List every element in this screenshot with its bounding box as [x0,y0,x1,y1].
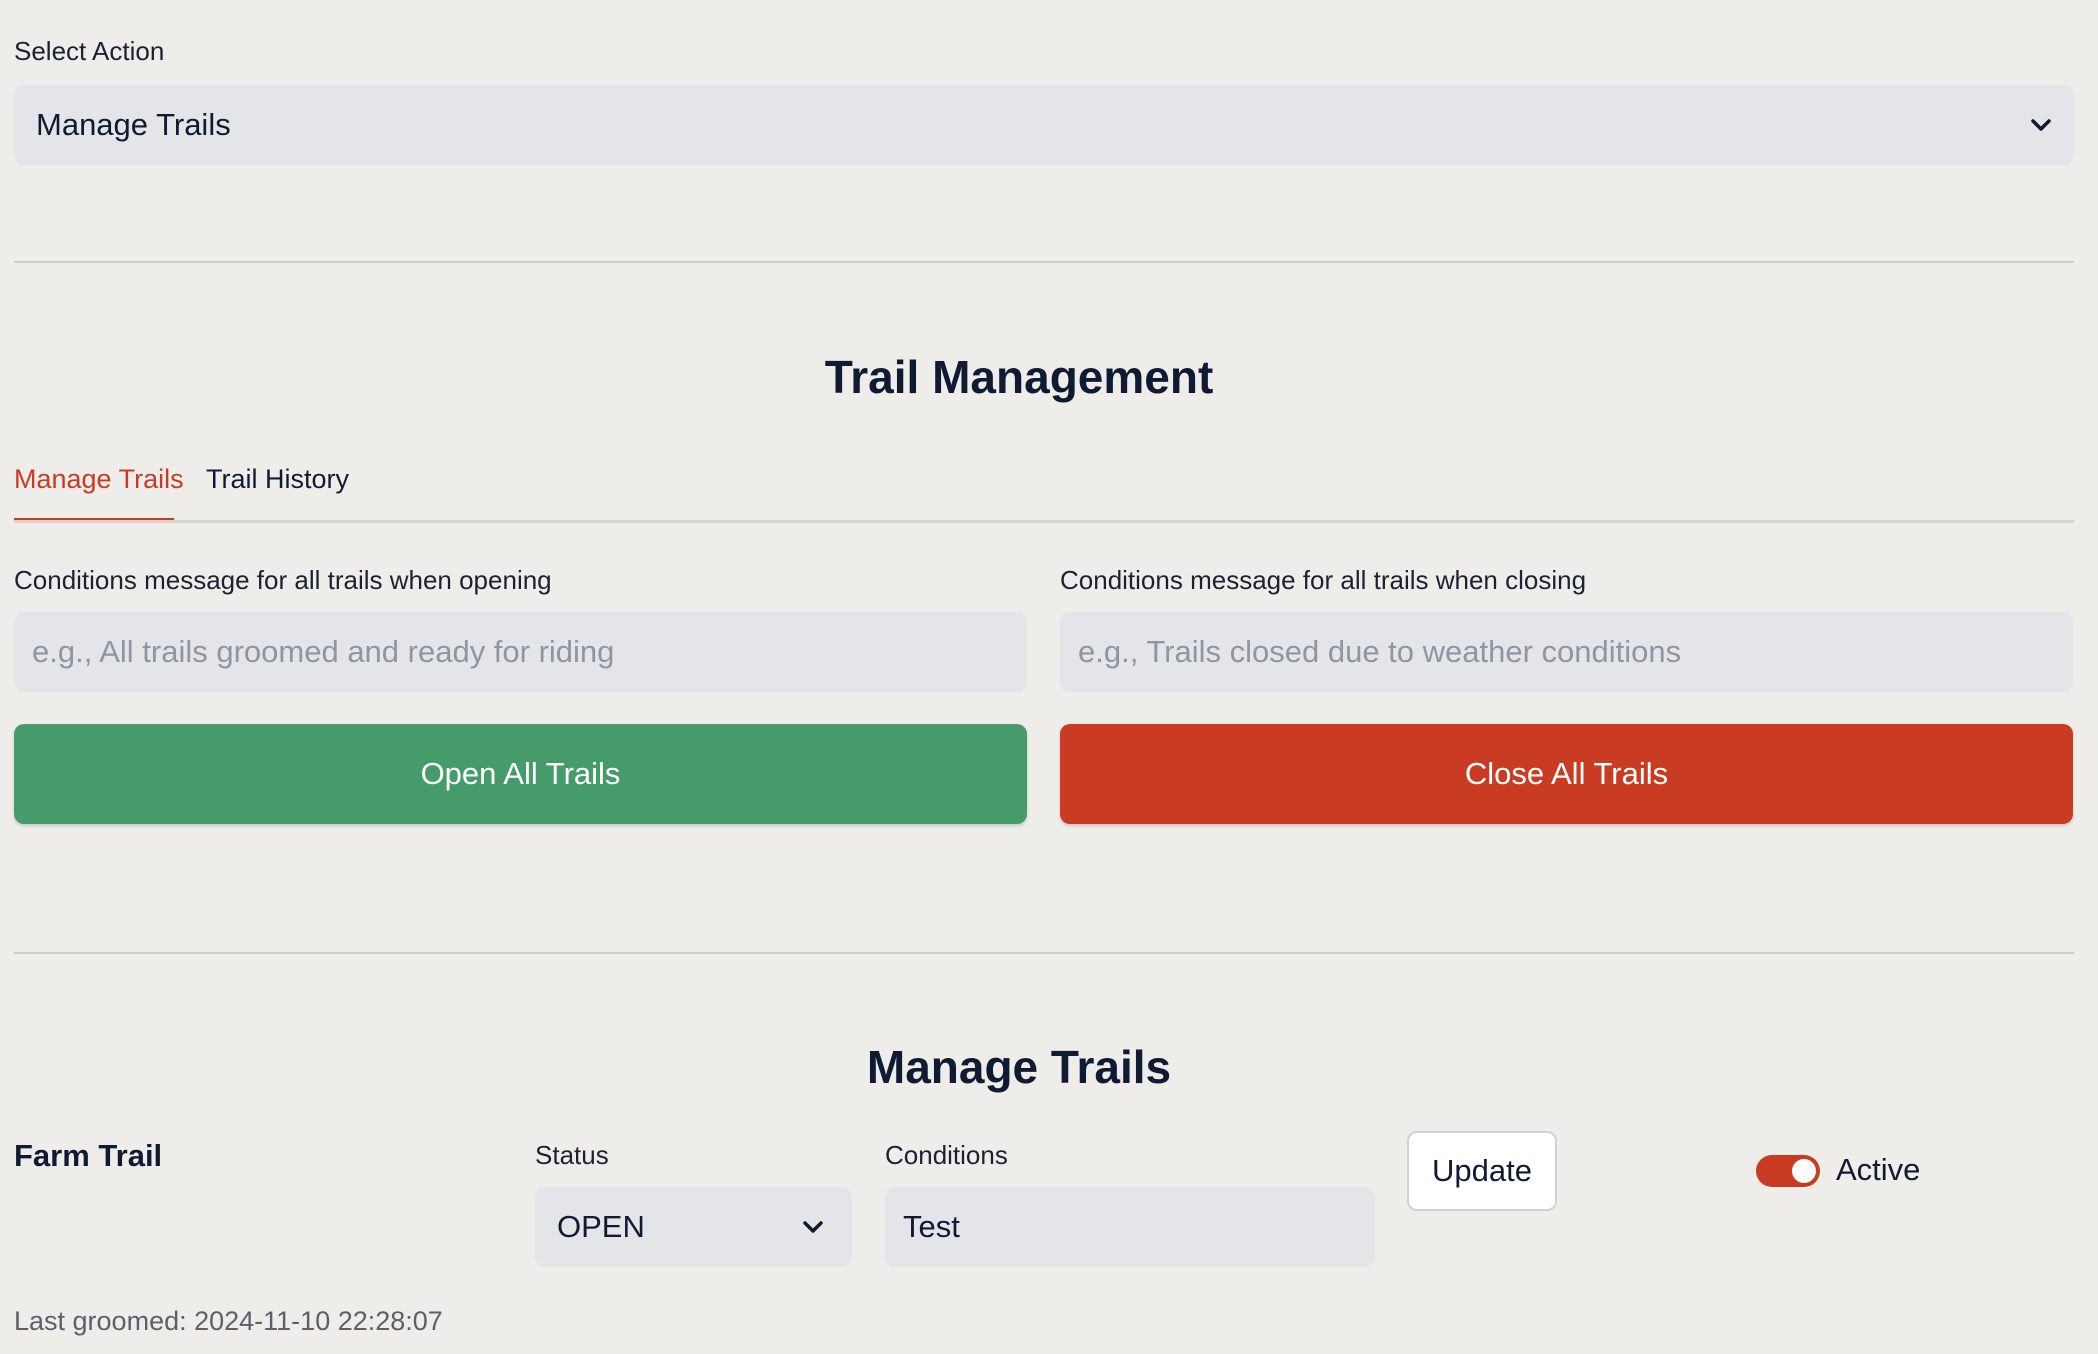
tab-trail-history[interactable]: Trail History [206,464,349,495]
conditions-label: Conditions [885,1140,1008,1170]
manage-trails-title: Manage Trails [866,1041,1172,1093]
status-select[interactable]: OPEN [535,1187,852,1267]
active-label: Active [1836,1152,1921,1187]
trail-name: Farm Trail [14,1138,163,1173]
divider [14,261,2074,263]
opening-message-input[interactable]: e.g., All trails groomed and ready for r… [14,612,1027,692]
divider [14,952,2074,954]
last-groomed-text: Last groomed: 2024-11-10 22:28:07 [14,1306,443,1336]
toggle-knob [1792,1159,1816,1183]
conditions-input[interactable]: Test [885,1187,1375,1267]
tab-bar-border [14,520,2074,523]
select-action-label: Select Action [14,36,165,66]
status-label: Status [535,1140,609,1170]
active-toggle[interactable] [1756,1155,1820,1187]
update-button[interactable]: Update [1407,1131,1557,1211]
action-select[interactable]: Manage Trails [14,85,2074,165]
action-select-value: Manage Trails [36,107,231,142]
close-all-trails-button[interactable]: Close All Trails [1060,724,2073,824]
closing-message-input[interactable]: e.g., Trails closed due to weather condi… [1060,612,2073,692]
closing-message-label: Conditions message for all trails when c… [1060,565,1587,595]
tab-manage-trails[interactable]: Manage Trails [14,464,184,495]
chevron-down-icon [800,1214,826,1240]
status-select-value: OPEN [557,1209,645,1244]
trail-management-title: Trail Management [824,351,1214,403]
open-all-trails-button[interactable]: Open All Trails [14,724,1027,824]
chevron-down-icon [2028,112,2054,138]
opening-message-label: Conditions message for all trails when o… [14,565,552,595]
